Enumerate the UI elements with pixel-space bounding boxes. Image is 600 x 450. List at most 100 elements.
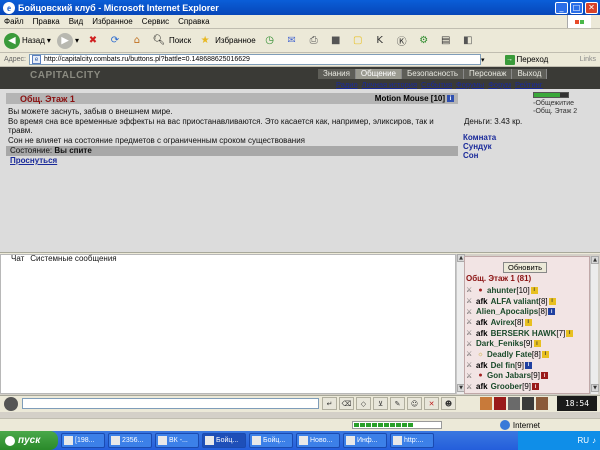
settings-icon[interactable]: ✎ [390,397,405,410]
print-icon[interactable]: ⎙ [306,33,322,49]
forward-button[interactable]: ▶ ▾ [56,32,79,49]
chat-input[interactable] [22,398,319,409]
player-name[interactable]: Dark_Feniks [476,339,524,348]
links-button[interactable]: Links [580,56,596,63]
private-message-icon[interactable]: ⚔ [466,308,476,316]
minimize-icon[interactable]: _ [555,1,568,14]
private-message-icon[interactable]: ⚔ [466,286,476,294]
subnav-radio[interactable]: Радио [334,80,360,89]
taskbar-item[interactable]: 2356... [108,433,152,448]
chevron-down-icon[interactable]: ▾ [481,56,485,64]
taskbar-item[interactable]: Бойц... [249,433,293,448]
eraser-icon[interactable]: ◇ [356,397,371,410]
info-icon[interactable]: i [447,95,454,102]
info-icon[interactable]: i [524,318,532,326]
menu-file[interactable]: Файл [4,17,24,26]
taskbar-item[interactable]: ВК -... [155,433,199,448]
nav-knowledge[interactable]: Знания [318,69,356,79]
home-icon[interactable]: ⌂ [129,33,145,49]
gear-icon[interactable]: ⚙ [416,33,432,49]
tab-system-messages[interactable]: Системные сообщения [30,254,116,263]
player-row[interactable]: ⚔ afk BERSERK HAWK [7] i [466,328,588,339]
subnav-forum[interactable]: Форум [486,80,513,89]
nav-communication[interactable]: Общение [355,69,403,79]
nav-floor-2[interactable]: ◦Общ. Этаж 2 [533,108,577,116]
scroll-down-icon[interactable]: ▼ [591,384,599,392]
refresh-icon[interactable]: ⟳ [107,33,123,49]
link-chest[interactable]: Сундук [463,142,496,151]
taskbar-item[interactable]: http:... [390,433,434,448]
taskbar-item[interactable]: Бойц... [202,433,246,448]
subnav-events[interactable]: События [419,80,454,89]
player-row[interactable]: ⚔ afk ALFA valiant [8] i [466,296,588,307]
smile-icon[interactable]: ☻ [441,397,456,410]
chat-scrollbar[interactable]: ▲ ▼ [456,254,465,394]
info-icon[interactable]: i [566,329,574,337]
taskbar-item[interactable]: [198... [61,433,105,448]
favorites-button[interactable]: ★ Избранное [197,33,256,49]
nav-character[interactable]: Персонаж [464,69,513,79]
stop-icon[interactable]: ✖ [85,33,101,49]
player-name[interactable]: Gon Jabars [487,371,531,380]
player-name[interactable]: ALFA valiant [491,297,539,306]
book-icon[interactable] [536,397,548,410]
tab-chat[interactable]: Чат [11,254,24,263]
player-name[interactable]: Groober [491,382,523,391]
refresh-button[interactable]: Обновить [503,262,547,273]
players-scrollbar[interactable]: ▲ ▼ [590,256,599,394]
player-name[interactable]: ahunter [487,286,516,295]
start-button[interactable]: пуск [0,431,58,450]
k-icon[interactable]: K [372,33,388,49]
info-icon[interactable]: i [548,308,556,316]
back-button[interactable]: ◀ Назад ▾ [4,32,51,49]
subnav-rating[interactable]: Рейтинг [513,80,545,89]
nav-security[interactable]: Безопасность [402,69,465,79]
wake-up-link[interactable]: Проснуться [10,156,57,165]
player-name[interactable]: BERSERK HAWK [491,329,557,338]
info-icon[interactable]: i [533,340,541,348]
send-icon[interactable]: ↵ [322,397,337,410]
edit-icon[interactable]: ■ [328,33,344,49]
window-titlebar[interactable]: e Бойцовский клуб - Microsoft Internet E… [0,0,600,15]
quest-icon[interactable] [522,397,534,410]
close-chat-icon[interactable]: ✕ [424,397,439,410]
info-icon[interactable]: i [548,297,556,305]
player-name[interactable]: Alien_Apocalips [476,307,538,316]
private-message-icon[interactable]: ⚔ [466,361,476,369]
research-icon[interactable]: ◧ [460,33,476,49]
info-icon[interactable]: i [541,350,549,358]
player-name[interactable]: Motion Mouse [10] i [375,94,454,103]
subnav-history[interactable]: Личная история [360,80,419,89]
menu-help[interactable]: Справка [178,17,209,26]
speaker-icon[interactable]: ♪ [592,436,596,445]
player-name[interactable]: Del fin [491,361,515,370]
sword-icon[interactable] [494,397,506,410]
chat-icon[interactable] [4,397,18,411]
person-icon[interactable]: ☺ [407,397,422,410]
chat-area[interactable] [0,254,456,394]
link-sleep[interactable]: Сон [463,151,496,160]
menu-view[interactable]: Вид [69,17,83,26]
info-icon[interactable]: i [532,383,540,391]
player-row[interactable]: ⚔ afk Avirex [8] i [466,317,588,328]
player-row[interactable]: ⚔ ● ahunter [10] i [466,285,588,296]
player-row[interactable]: ⚔ Alien_Apocalips [8] i [466,306,588,317]
player-row[interactable]: ⚔ ☼ Deadly Fate [8] i [466,349,588,360]
private-message-icon[interactable]: ⚔ [466,340,476,348]
private-message-icon[interactable]: ⚔ [466,318,476,326]
bag-icon[interactable] [480,397,492,410]
clear-icon[interactable]: ⌫ [339,397,354,410]
taskbar-item[interactable]: Инф... [343,433,387,448]
player-row[interactable]: ⚔ Dark_Feniks [9] i [466,338,588,349]
history-icon[interactable]: ◷ [262,33,278,49]
info-icon[interactable]: i [530,286,538,294]
private-message-icon[interactable]: ⚔ [466,372,476,380]
player-row[interactable]: ⚔ afk Del fin [9] i [466,360,588,371]
go-button[interactable]: → Переход [504,54,548,65]
messenger-icon[interactable]: ▤ [438,33,454,49]
maximize-icon[interactable]: □ [570,1,583,14]
nav-dormitory[interactable]: ◦Общежитие [533,100,577,108]
private-message-icon[interactable]: ⚔ [466,350,476,358]
map-icon[interactable] [508,397,520,410]
info-icon[interactable]: i [524,361,532,369]
